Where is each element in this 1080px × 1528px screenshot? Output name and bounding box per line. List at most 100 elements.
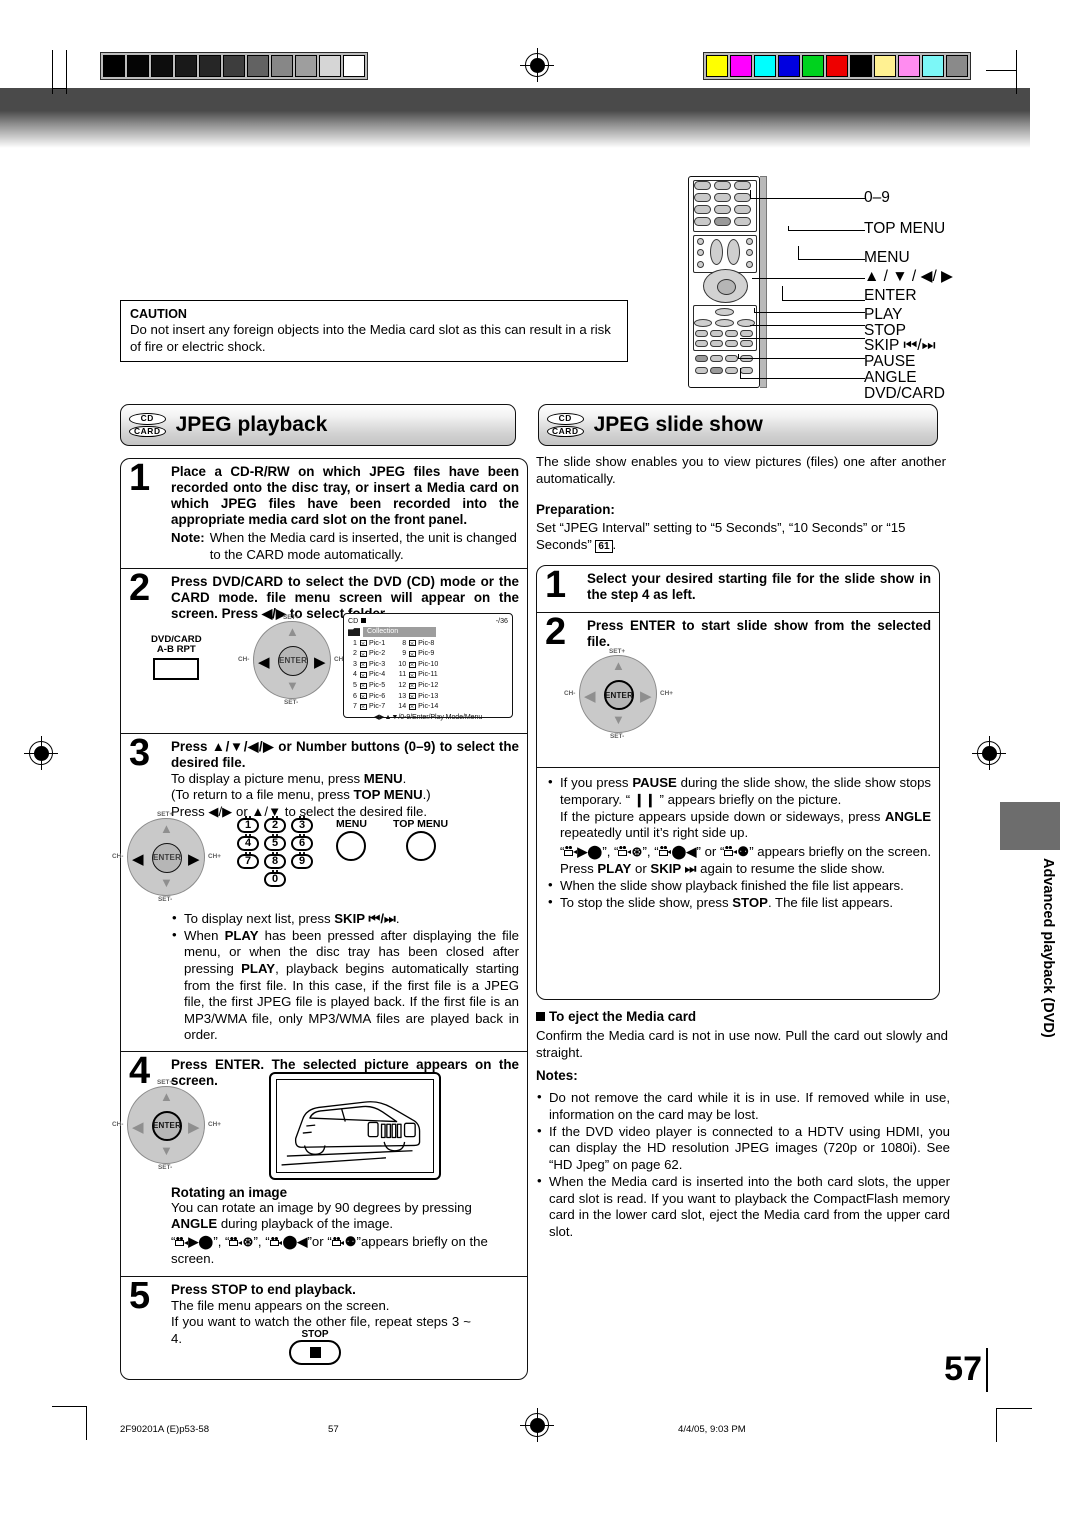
eject-note-item: When the Media card is inserted into the… (536, 1173, 950, 1241)
osd-file-row[interactable]: 1 Pic-1 (348, 639, 385, 648)
osd-file-name: Pic-8 (418, 638, 435, 647)
numpad-key-7[interactable]: 7 (237, 851, 259, 869)
gray-swatch-0 (103, 55, 125, 77)
numpad-key-3[interactable]: 3 (291, 815, 313, 833)
osd-file-index: 7 (353, 702, 357, 711)
stop-button-face (289, 1339, 341, 1365)
osd-file-name: Pic-14 (418, 702, 439, 711)
section-header-jpeg-slide-show: CD CARD JPEG slide show (538, 404, 938, 446)
osd-file-index: 13 (398, 691, 407, 700)
preparation-body: Set “JPEG Interval” setting to “5 Second… (536, 520, 906, 554)
color-swatch-8 (898, 55, 920, 77)
rotating-image-body: You can rotate an image by 90 degrees by… (171, 1199, 472, 1232)
remote-aux-key-5 (697, 261, 704, 268)
picture-file-icon (408, 661, 416, 668)
side-tab-label: Advanced playback (DVD) (1040, 858, 1056, 1038)
top-menu-button-label: TOP MENU (393, 817, 449, 830)
osd-file-row[interactable]: 2 Pic-2 (348, 649, 385, 658)
osd-file-row[interactable]: 5 Pic-5 (348, 681, 385, 690)
osd-file-row[interactable]: 9 Pic-9 (397, 649, 438, 658)
step-3-bullet-1: To display next list, press SKIP ⏮/⏭. (171, 910, 519, 928)
pad-label-top-step2: SET+ (283, 613, 300, 621)
osd-file-row[interactable]: 11 Pic-11 (397, 670, 438, 679)
registration-mark-left (24, 736, 58, 770)
remote-row-key-4 (740, 330, 753, 337)
osd-counter: -/36 (495, 616, 508, 625)
slide-show-bullets: If you press PAUSE during the slide show… (547, 774, 932, 912)
osd-file-row[interactable]: 7 Pic-7 (348, 702, 385, 711)
osd-file-row[interactable]: 14 Pic-14 (397, 702, 438, 711)
osd-file-row[interactable]: 12 Pic-12 (397, 681, 438, 690)
osd-file-menu-screen: CD -/36 Collection 1 Pic-1 2 Pic-2 3 Pic-3 4 Pi… (343, 612, 513, 721)
sample-picture-canvas (276, 1078, 434, 1173)
osd-file-row[interactable]: 3 Pic-3 (348, 660, 385, 669)
step-5-body-1: The file menu appears on the screen. (171, 1297, 390, 1313)
eject-note-item: Do not remove the card while it is in us… (536, 1089, 950, 1123)
pad-enter-slide: ENTER (604, 680, 634, 710)
osd-file-index: 4 (353, 670, 357, 679)
osd-folder-name: Collection (363, 627, 437, 637)
remote-row-key-6 (710, 340, 723, 347)
osd-top-bar: CD -/36 (348, 617, 508, 626)
direction-pad-art-step2: ENTER ◀ ▶ ▲ ▼ SET+ SET- CH- CH+ (238, 613, 347, 706)
osd-file-name: Pic-12 (418, 680, 439, 689)
badge-cd-right: CD (547, 412, 584, 425)
gray-swatch-2 (151, 55, 173, 77)
picture-file-icon (408, 640, 416, 647)
numpad-key-8[interactable]: 8 (264, 851, 286, 869)
remote-label-play: PLAY (864, 306, 903, 323)
remote-label-angle: ANGLE (864, 369, 917, 386)
slide-bullet-angle-glyphs: “▶⬤”, “⊛”, “⬤◀” or “⚉” appears briefly o… (560, 843, 932, 859)
remote-label-pause: PAUSE (864, 353, 916, 370)
pad-label-bottom-step4: SET- (158, 1163, 173, 1171)
pad-label-left-step4: CH- (112, 1120, 124, 1128)
osd-file-name: Pic-11 (418, 670, 438, 679)
step-3-body-2: (To return to a file menu, press TOP MEN… (171, 787, 431, 803)
numpad-key-5[interactable]: 5 (264, 833, 286, 851)
color-swatch-5 (826, 55, 848, 77)
step-1-note-text: When the Media card is inserted, the uni… (209, 530, 517, 562)
picture-file-icon (408, 651, 416, 657)
osd-file-row[interactable]: 8 Pic-8 (397, 639, 438, 648)
numpad-key-0[interactable]: 0 (264, 869, 286, 887)
manual-page: 0–9 TOP MENU MENU ▲ / ▼ / ◀/ ▶ ENTER PLA… (0, 0, 1080, 1528)
numpad-key-2[interactable]: 2 (264, 815, 286, 833)
slide-step-2: 2 Press ENTER to start slide show from t… (537, 612, 939, 767)
color-swatch-9 (922, 55, 944, 77)
osd-file-row[interactable]: 10 Pic-10 (397, 660, 438, 669)
stop-button-art: STOP (289, 1329, 341, 1365)
gray-swatch-5 (223, 55, 245, 77)
osd-file-name: Pic-9 (418, 649, 435, 658)
osd-file-row[interactable]: 6 Pic-6 (348, 692, 385, 701)
numpad-key-4[interactable]: 4 (237, 833, 259, 851)
step-3-heading: Press ▲/▼/◀/▶ or Number buttons (0–9) to… (171, 738, 519, 770)
eject-body: Confirm the Media card is not in use now… (536, 1028, 948, 1060)
osd-file-index: 1 (353, 638, 357, 647)
numeric-keypad-art: 123 456 789 0 (229, 815, 321, 890)
remote-row-key-7 (725, 340, 738, 347)
osd-file-row[interactable]: 4 Pic-4 (348, 670, 385, 679)
gray-swatch-1 (127, 55, 149, 77)
steps-panel-left: 1 Place a CD-R/RW on which JPEG files ha… (112, 458, 528, 1380)
gray-swatch-10 (343, 55, 365, 77)
numpad-key-1[interactable]: 1 (237, 815, 259, 833)
remote-direction-pad (703, 269, 748, 303)
color-calibration-strip (703, 52, 971, 80)
numpad-row-1: 123 (229, 815, 321, 833)
osd-file-column-left: 1 Pic-1 2 Pic-2 3 Pic-3 4 Pic-4 5 Pic-5 6 Pic-6 7 Pic… (348, 639, 385, 712)
step-3-bullet-2: When PLAY has been pressed after display… (171, 927, 519, 1044)
picture-file-icon (359, 651, 367, 657)
remote-label-enter: ENTER (864, 287, 917, 304)
osd-file-row[interactable]: 13 Pic-13 (397, 692, 438, 701)
picture-file-icon (408, 672, 416, 679)
numpad-key-6[interactable]: 6 (291, 833, 313, 851)
remote-play-key (715, 308, 734, 316)
pad-label-top-step4: SET+ (157, 1078, 174, 1086)
osd-file-index: 9 (402, 649, 407, 658)
stop-button-label: STOP (301, 1328, 329, 1340)
page-ref-badge[interactable]: 61 (595, 539, 613, 554)
slide-bullet-stop: To stop the slide show, press STOP. The … (547, 894, 931, 912)
remote-menu-key (727, 239, 740, 265)
osd-folder-row[interactable]: Collection (348, 627, 508, 637)
numpad-key-9[interactable]: 9 (291, 851, 313, 869)
